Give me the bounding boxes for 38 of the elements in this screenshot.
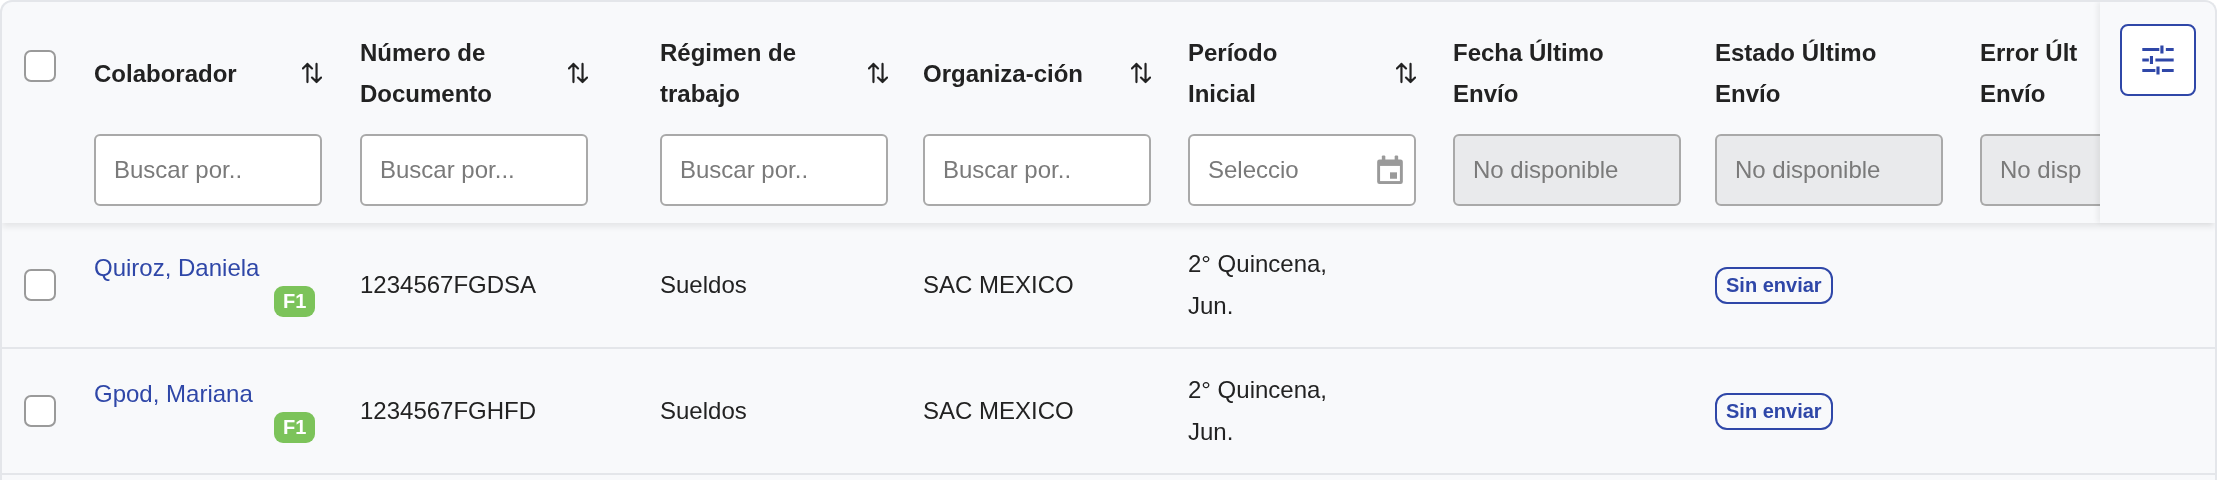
search-field[interactable]: Buscar por.. [94,134,322,206]
table-cell: SAC MEXICO [923,271,1074,299]
column-header: Error Últ Envío [1980,38,2079,109]
sliders-icon [2140,44,2175,76]
status-tag: Sin enviar [1715,392,1833,430]
column-header: Régimen de trabajo [660,38,798,109]
column-header: Organiza-ción [923,58,1084,89]
badge: F1 [274,285,316,317]
search-field[interactable]: Buscar por.. [660,134,888,206]
calendar-icon[interactable] [1376,154,1404,186]
status-tag: Sin enviar [1715,266,1833,304]
column-header: Estado Último Envío [1715,38,1878,109]
employee-link[interactable]: Gpod, Mariana [94,379,253,408]
table-cell-text: 2° Quincena, Jun. [1188,249,1329,321]
table-cell: SAC MEXICO [923,397,1074,425]
row-checkbox[interactable] [24,395,56,427]
date-field[interactable]: Seleccio [1188,134,1416,206]
employee-link[interactable]: Quiroz, Daniela [94,253,260,282]
sort-icon[interactable] [868,61,888,85]
column-header: Período Inicial [1188,38,1279,109]
table-cell: 1234567FGDSA [360,271,537,299]
sort-icon[interactable] [1131,61,1151,85]
sort-icon[interactable] [1396,61,1416,85]
row-checkbox[interactable] [24,269,56,301]
select-all-checkbox[interactable] [24,50,56,82]
badge: F1 [274,411,316,443]
sort-icon[interactable] [302,61,322,85]
table-cell: 1234567FGHFD [360,397,537,425]
sort-icon[interactable] [568,61,588,85]
search-field[interactable]: Buscar por.. [923,134,1151,206]
table-cell: Sueldos [660,271,747,299]
column-header: Número de Documento [360,38,493,109]
column-header: Fecha Último Envío [1453,38,1605,109]
column-header: Colaborador [94,58,237,89]
search-field[interactable]: Buscar por... [360,134,588,206]
table-cell: Sueldos [660,397,747,425]
column-settings-button[interactable] [2119,24,2196,96]
table-cell-text: 2° Quincena, Jun. [1188,375,1329,447]
